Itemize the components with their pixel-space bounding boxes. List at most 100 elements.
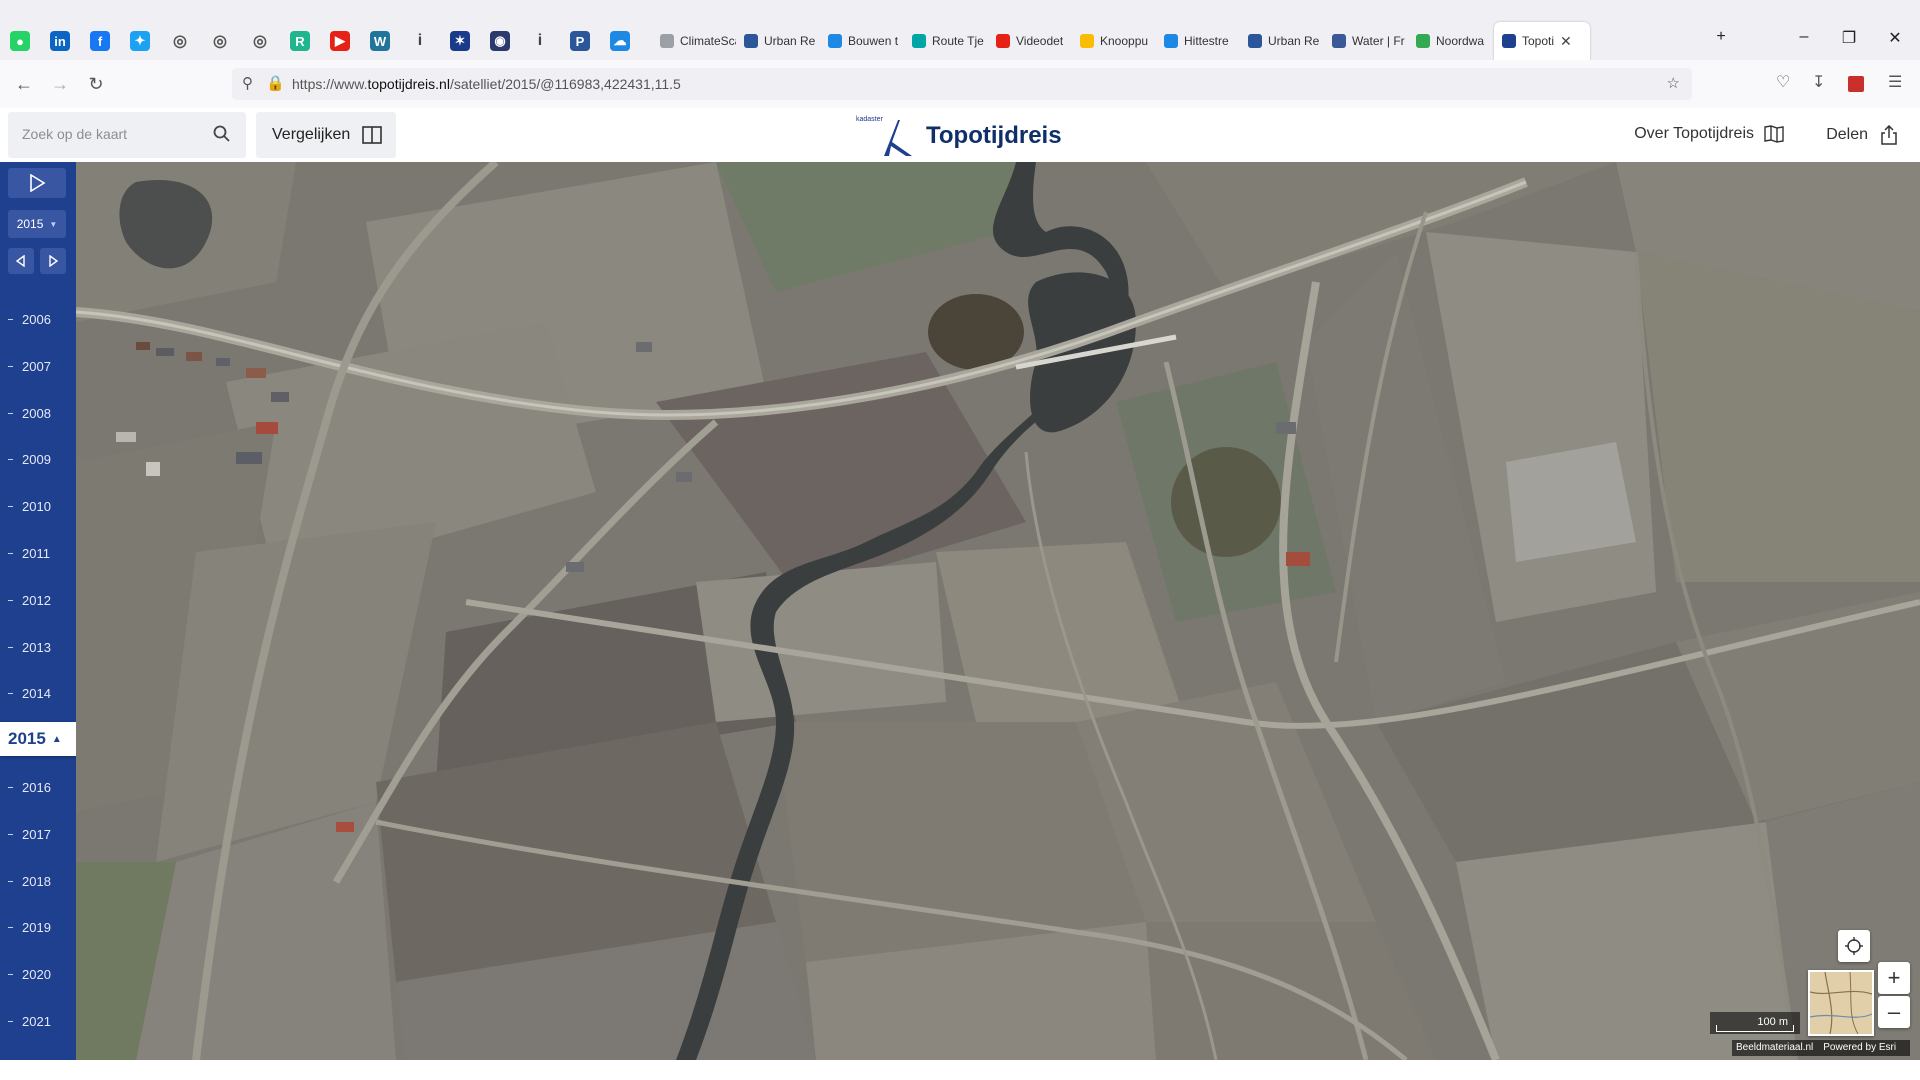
browser-tab[interactable]: Knooppu <box>1080 22 1156 60</box>
info-icon[interactable]: i <box>530 31 550 51</box>
basemap-toggle[interactable] <box>1808 970 1874 1036</box>
year-label: 2009 <box>22 452 51 468</box>
timeline-year-2006[interactable]: 2006 <box>0 310 76 330</box>
current-year-marker[interactable]: 2015 ▲︎ <box>0 722 82 756</box>
timeline-year-2019[interactable]: 2019 <box>0 918 76 938</box>
year-tick <box>8 319 13 320</box>
close-window-icon[interactable]: ✕ <box>1883 28 1907 48</box>
browser-tab[interactable]: Urban Re <box>1248 22 1324 60</box>
timeline-year-2013[interactable]: 2013 <box>0 638 76 658</box>
compare-button[interactable]: Vergelijken <box>256 112 396 158</box>
url-bar[interactable]: ⚲ 🔒 https://www.topotijdreis.nl/satellie… <box>232 68 1692 100</box>
menu-icon[interactable]: ☰ <box>1888 72 1902 92</box>
timeline-year-2021[interactable]: 2021 <box>0 1012 76 1032</box>
timeline-year-2010[interactable]: 2010 <box>0 497 76 517</box>
year-dropdown[interactable]: 2015 ▼ <box>8 210 66 238</box>
extension-icon[interactable] <box>1848 76 1864 92</box>
url-text[interactable]: https://www.topotijdreis.nl/satelliet/20… <box>292 76 681 92</box>
pocket-icon[interactable]: ♡ <box>1776 72 1790 92</box>
tab-label: Noordwa <box>1436 34 1485 48</box>
wordpress-icon[interactable]: W <box>370 31 390 51</box>
downloads-icon[interactable]: ↧ <box>1812 72 1825 92</box>
timeline-year-2012[interactable]: 2012 <box>0 591 76 611</box>
youtube-icon[interactable]: ▶ <box>330 31 350 51</box>
bookmark-star-icon[interactable]: ☆ <box>1667 74 1680 92</box>
chevron-left-icon <box>15 255 25 267</box>
browser-tab[interactable]: Bouwen t <box>828 22 904 60</box>
next-year-button[interactable] <box>40 248 66 274</box>
globe-icon[interactable]: ◎ <box>170 31 190 51</box>
minimize-window-icon[interactable]: – <box>1792 28 1816 46</box>
year-tick <box>8 974 13 976</box>
year-label: 2008 <box>22 405 51 421</box>
book-icon <box>1764 125 1784 143</box>
year-label: 2007 <box>22 358 51 374</box>
tab-label: Topoti <box>1522 34 1555 48</box>
locate-me-button[interactable] <box>1838 930 1870 962</box>
previous-year-button[interactable] <box>8 248 34 274</box>
globe-icon[interactable]: ◎ <box>250 31 270 51</box>
timeline-year-2017[interactable]: 2017 <box>0 825 76 845</box>
browser-tab[interactable]: Urban Re <box>744 22 820 60</box>
search-input[interactable] <box>20 125 204 143</box>
forward-icon[interactable]: → <box>48 72 72 96</box>
year-label: 2010 <box>22 499 51 515</box>
browser-tab[interactable]: Videodet <box>996 22 1072 60</box>
timeline-year-2007[interactable]: 2007 <box>0 357 76 377</box>
tab-favicon-icon <box>660 34 674 48</box>
attribution-imagery[interactable]: Beeldmateriaal.nl <box>1736 1042 1813 1053</box>
cloud-icon[interactable]: ☁ <box>610 31 630 51</box>
year-tick <box>8 880 13 882</box>
tab-close-icon[interactable]: ✕ <box>1560 33 1572 50</box>
twitter-icon[interactable]: ✦ <box>130 31 150 51</box>
zoom-in-button[interactable]: + <box>1878 962 1910 994</box>
info-icon[interactable]: i <box>410 31 430 51</box>
about-button[interactable]: Over Topotijdreis <box>1634 125 1784 143</box>
rg-icon[interactable]: R <box>290 31 310 51</box>
tab-label: ClimateScan <box>680 34 736 48</box>
lock-icon[interactable]: 🔒 <box>266 74 285 92</box>
whatsapp-icon[interactable]: ● <box>10 31 30 51</box>
back-icon[interactable]: ← <box>12 72 36 96</box>
timeline-year-2008[interactable]: 2008 <box>0 404 76 424</box>
browser-tab[interactable]: Noordwa <box>1416 22 1492 60</box>
shield-icon[interactable]: ⚲ <box>242 74 253 92</box>
browser-tab[interactable]: Hittestre <box>1164 22 1240 60</box>
search-icon[interactable] <box>212 124 232 144</box>
tab-label: Urban Re <box>1268 34 1320 48</box>
satellite-map[interactable]: + – 100 m Beeldmateriaal.nl Powered by Es… <box>76 162 1920 1060</box>
share-icon <box>1881 125 1897 145</box>
scale-label: 100 m <box>1757 1016 1788 1028</box>
year-tick <box>8 506 13 508</box>
tab-topotijdreis-active[interactable]: Topoti ✕ <box>1494 22 1590 60</box>
kadaster-label: kadaster <box>856 116 883 123</box>
play-button[interactable] <box>8 168 66 198</box>
url-path: /satelliet/2015/@116983,422431,11.5 <box>449 76 681 92</box>
tab-label: Route Tje <box>932 34 984 48</box>
app-logo[interactable]: kadaster Topotijdreis <box>856 114 1062 158</box>
zoom-out-button[interactable]: – <box>1878 996 1910 1028</box>
restore-window-icon[interactable]: ❐ <box>1837 28 1861 48</box>
timeline-year-2011[interactable]: 2011 <box>0 544 76 564</box>
share-button[interactable]: Delen <box>1826 125 1898 145</box>
parking-icon[interactable]: P <box>570 31 590 51</box>
linkedin-icon[interactable]: in <box>50 31 70 51</box>
timeline-year-2014[interactable]: 2014 <box>0 684 76 704</box>
shield-icon[interactable]: ◉ <box>490 31 510 51</box>
new-tab-button[interactable]: + <box>1709 28 1733 46</box>
timeline-year-2018[interactable]: 2018 <box>0 872 76 892</box>
tab-favicon-icon <box>996 34 1010 48</box>
reload-icon[interactable]: ↻ <box>84 72 108 96</box>
timeline-year-2016[interactable]: 2016 <box>0 778 76 798</box>
timeline-year-2020[interactable]: 2020 <box>0 965 76 985</box>
globe-icon[interactable]: ◎ <box>210 31 230 51</box>
bluetooth-icon[interactable]: ✶ <box>450 31 470 51</box>
browser-tab[interactable]: ClimateScan <box>660 22 736 60</box>
browser-tab[interactable]: Water | Fr <box>1332 22 1408 60</box>
year-label: 2021 <box>22 1014 51 1029</box>
browser-tab[interactable]: Route Tje <box>912 22 988 60</box>
timeline-year-2009[interactable]: 2009 <box>0 450 76 470</box>
satellite-imagery[interactable] <box>76 162 1920 1060</box>
attribution-esri[interactable]: Powered by Esri <box>1823 1042 1896 1053</box>
facebook-icon[interactable]: f <box>90 31 110 51</box>
